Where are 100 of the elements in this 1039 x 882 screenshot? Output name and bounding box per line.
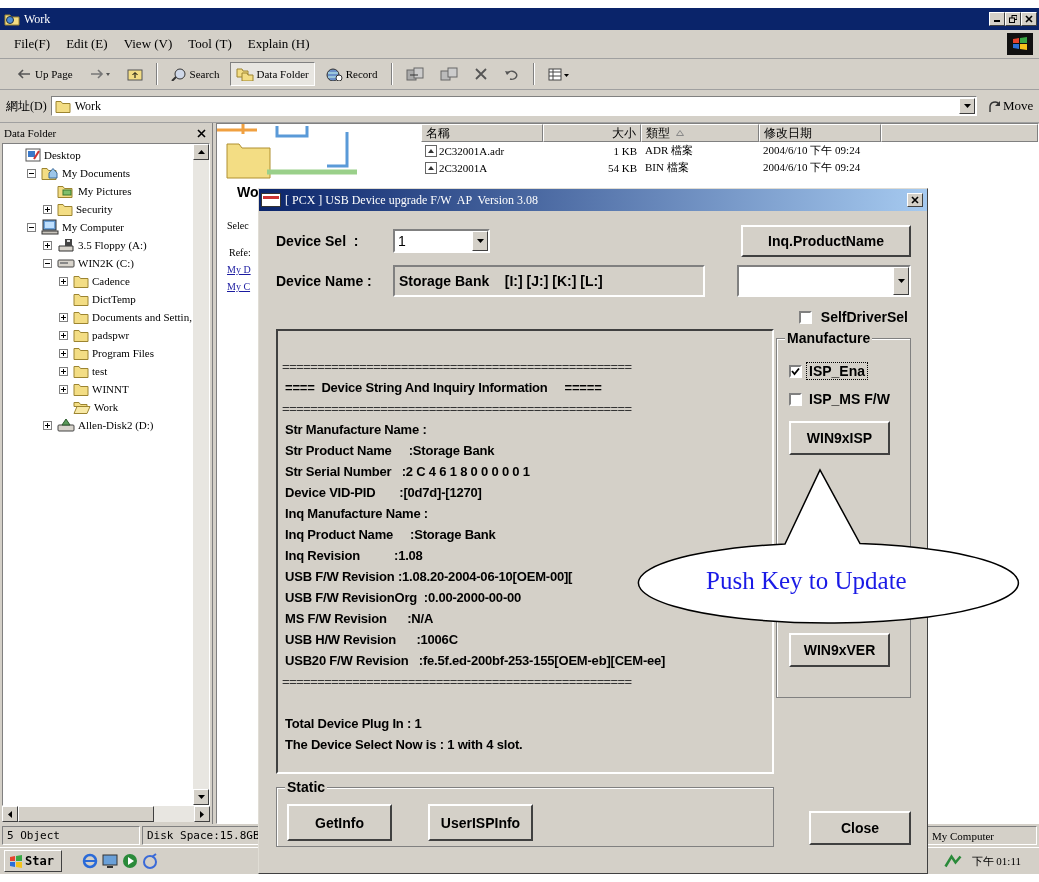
address-label: 網址(D) <box>6 97 47 115</box>
media-player-icon[interactable] <box>122 853 138 869</box>
checkbox[interactable] <box>798 310 812 324</box>
separator-text: ================================================== <box>282 358 632 376</box>
go-button[interactable]: Move <box>981 98 1039 114</box>
inquire-button[interactable]: Inq.ProductName <box>741 225 911 257</box>
tree-item[interactable]: Desktop <box>43 149 82 161</box>
column-header[interactable]: 修改日期 <box>759 124 881 142</box>
menu-item[interactable]: Edit (E) <box>58 36 116 52</box>
tree-item[interactable]: Documents and Settin, <box>91 311 193 323</box>
field-label: Device Sel : <box>276 233 360 249</box>
back-arrow-icon <box>16 67 32 81</box>
plus-icon <box>44 421 51 429</box>
tree-item[interactable]: Allen-Disk2 (D:) <box>77 419 155 431</box>
device-select[interactable]: 1 <box>393 229 490 253</box>
menu-item[interactable]: View (V) <box>115 36 181 52</box>
tree-item[interactable]: My Pictures <box>77 185 133 197</box>
checkbox[interactable] <box>789 392 802 406</box>
tree-item[interactable]: DictTemp <box>91 293 137 305</box>
search-button[interactable]: Search <box>164 62 226 86</box>
menu-item[interactable]: Explain (H) <box>239 36 318 52</box>
close-button[interactable] <box>1021 12 1037 26</box>
tree-item[interactable]: 3.5 Floppy (A:) <box>77 239 148 251</box>
checkbox-label[interactable]: ISP_MS F/W <box>806 390 893 408</box>
close-icon[interactable] <box>197 128 206 138</box>
address-field[interactable]: Work <box>50 96 977 116</box>
expand-toggle[interactable] <box>59 384 68 394</box>
column-header[interactable]: 大小 <box>543 124 641 142</box>
info-line: USB F/W Revision :1.08.20-2004-06-10[OEM-00][ <box>284 568 573 586</box>
collapse-toggle[interactable] <box>27 168 36 178</box>
close-button[interactable] <box>907 193 923 207</box>
folders-button[interactable]: Data Folder <box>229 62 315 86</box>
folder-icon <box>73 328 89 342</box>
tree-item[interactable]: WIN2K (C:) <box>77 257 135 269</box>
action-button[interactable]: GetInfo <box>287 804 392 841</box>
device-name-field: Storage Bank [I:] [J:] [K:] [L:] <box>393 265 705 297</box>
version-button[interactable]: WIN9xVER <box>789 633 890 667</box>
collapse-toggle[interactable] <box>27 222 36 232</box>
tree-item[interactable]: My Documents <box>61 167 132 179</box>
separator-text: ================================================== <box>282 673 632 691</box>
restore-button[interactable] <box>1005 12 1021 26</box>
file-date: 2004/6/10 下午 09:24 <box>762 143 862 158</box>
window-title: Work <box>24 11 52 27</box>
checkbox-label[interactable]: SelfDriverSel <box>817 308 911 326</box>
horizontal-scrollbar[interactable] <box>2 806 210 822</box>
menu-item[interactable]: Tool (T) <box>180 36 240 52</box>
close-button[interactable]: Close <box>809 811 911 845</box>
checkbox[interactable] <box>789 364 802 378</box>
expand-toggle[interactable] <box>59 312 68 322</box>
history-button[interactable]: Record <box>318 62 384 86</box>
column-header[interactable]: 類型 <box>641 124 759 142</box>
dropdown-button[interactable] <box>959 98 975 114</box>
back-button[interactable]: Up Page <box>10 62 79 86</box>
messenger-icon[interactable] <box>142 853 158 869</box>
expand-toggle[interactable] <box>59 330 68 340</box>
file-date: 2004/6/10 下午 09:24 <box>762 160 862 175</box>
pane-title: Data Folder <box>4 127 57 139</box>
tree-item[interactable]: Security <box>75 203 114 215</box>
minimize-button[interactable] <box>989 12 1005 26</box>
expand-toggle[interactable] <box>43 420 52 430</box>
file-name[interactable]: 2C32001A <box>421 161 543 174</box>
file-icon <box>425 161 437 174</box>
desktop-icon <box>25 147 41 163</box>
tree-item[interactable]: My Computer <box>61 221 126 233</box>
tree-item[interactable]: WINNT <box>91 383 130 395</box>
info-line: USB H/W Revision :1006C <box>284 631 458 649</box>
windows-logo-icon <box>9 854 23 868</box>
info-line: Inq Manufacture Name : <box>284 505 428 523</box>
forward-arrow-icon <box>88 67 111 81</box>
link[interactable]: My D <box>227 264 255 275</box>
file-type: ADR 檔案 <box>644 143 694 158</box>
link[interactable]: My C <box>227 281 255 292</box>
tree-item[interactable]: Cadence <box>91 275 131 287</box>
open-folder-icon <box>73 400 91 414</box>
hard-drive-icon <box>57 257 75 269</box>
tree-item[interactable]: padspwr <box>91 329 131 341</box>
expand-toggle[interactable] <box>43 240 52 250</box>
file-icon <box>425 144 437 157</box>
checkbox-label[interactable]: ISP_Ena <box>806 362 869 380</box>
expand-toggle[interactable] <box>59 348 68 358</box>
expand-toggle[interactable] <box>59 276 68 286</box>
expand-toggle[interactable] <box>43 204 52 214</box>
menu-item[interactable]: File(F) <box>6 36 59 52</box>
start-button[interactable]: Star <box>4 850 62 872</box>
collapse-toggle[interactable] <box>43 258 52 268</box>
tree-item[interactable]: test <box>91 365 109 377</box>
tree-item[interactable]: Work <box>93 401 120 413</box>
plus-icon <box>60 331 67 339</box>
desktop-icon[interactable] <box>102 853 118 869</box>
vertical-scrollbar[interactable] <box>193 144 209 805</box>
address-value: Work <box>74 98 102 114</box>
driver-select[interactable] <box>737 265 911 297</box>
file-name[interactable]: 2C32001A.adr <box>421 144 543 157</box>
tree-item[interactable]: Program Files <box>91 347 156 359</box>
action-button[interactable]: UserISPInfo <box>428 804 533 841</box>
column-header[interactable]: 名稱 <box>421 124 543 142</box>
left-arrow-icon <box>8 810 12 818</box>
expand-toggle[interactable] <box>59 366 68 376</box>
caret-icon <box>962 103 972 109</box>
isp-button[interactable]: WIN9xISP <box>789 421 890 455</box>
